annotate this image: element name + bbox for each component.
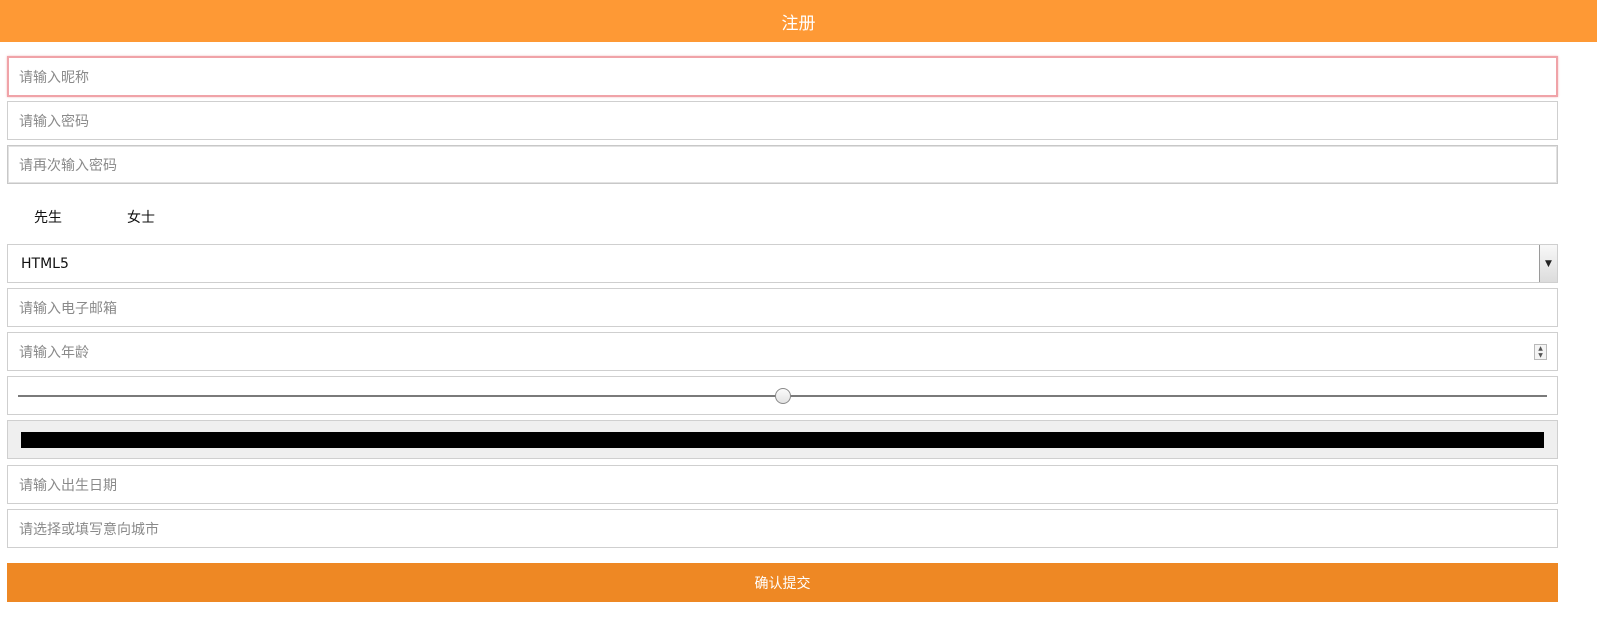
course-select[interactable]: HTML5 ▼ xyxy=(7,244,1558,283)
email-input[interactable]: 请输入电子邮箱 xyxy=(7,288,1558,327)
course-select-value: HTML5 xyxy=(21,255,69,272)
spinner-icon[interactable]: ▲ ▼ xyxy=(1534,344,1547,360)
chevron-down-icon[interactable]: ▼ xyxy=(1539,245,1557,282)
confirm-password-placeholder: 请再次输入密码 xyxy=(19,157,117,174)
nickname-placeholder: 请输入昵称 xyxy=(19,69,89,86)
birthdate-input[interactable]: 请输入出生日期 xyxy=(7,465,1558,504)
birthdate-placeholder: 请输入出生日期 xyxy=(19,477,117,494)
age-placeholder: 请输入年龄 xyxy=(19,344,89,361)
email-placeholder: 请输入电子邮箱 xyxy=(19,300,117,317)
range-slider[interactable] xyxy=(7,376,1558,415)
color-picker[interactable] xyxy=(7,420,1558,459)
slider-thumb[interactable] xyxy=(774,388,791,404)
page-title: 注册 xyxy=(781,13,816,34)
color-swatch[interactable] xyxy=(21,432,1544,448)
submit-label: 确认提交 xyxy=(754,575,811,592)
password-input[interactable]: 请输入密码 xyxy=(7,101,1558,140)
submit-button[interactable]: 确认提交 xyxy=(7,563,1558,602)
age-input[interactable]: 请输入年龄 ▲ ▼ xyxy=(7,332,1558,371)
gender-option-mr[interactable]: 先生 xyxy=(34,207,62,227)
page-header: 注册 xyxy=(0,0,1597,42)
city-placeholder: 请选择或填写意向城市 xyxy=(19,521,159,538)
city-input[interactable]: 请选择或填写意向城市 xyxy=(7,509,1558,548)
gender-option-ms[interactable]: 女士 xyxy=(127,207,155,227)
password-placeholder: 请输入密码 xyxy=(19,113,89,130)
confirm-password-input[interactable]: 请再次输入密码 xyxy=(7,145,1558,184)
nickname-input[interactable]: 请输入昵称 xyxy=(7,56,1558,97)
